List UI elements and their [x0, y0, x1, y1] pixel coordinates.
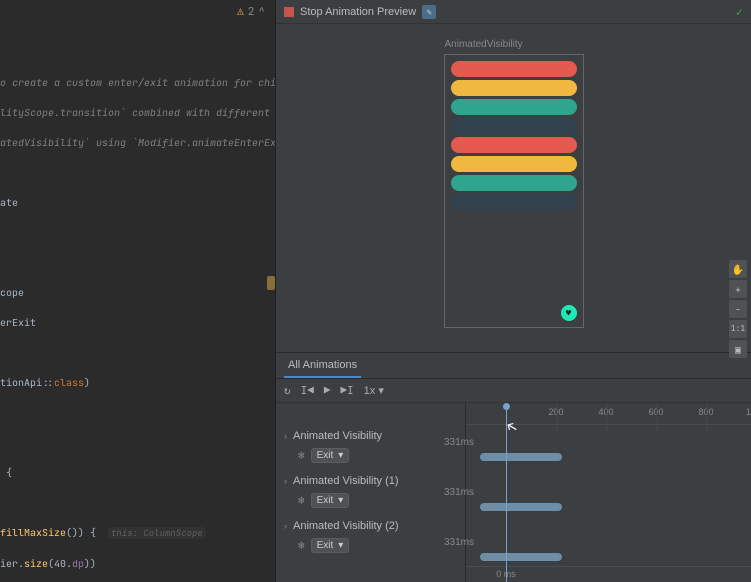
preview-title: Stop Animation Preview — [300, 6, 416, 18]
animation-list: › Animated Visibility ❄ Exit▾ › Animated… — [276, 403, 466, 582]
chevron-down-icon: ▾ — [338, 495, 343, 506]
state-dropdown[interactable]: Exit▾ — [311, 448, 350, 463]
canvas-tools: ✋ + − 1:1 ▣ — [729, 260, 747, 358]
bar-navy — [451, 194, 577, 210]
preview-pane: Stop Animation Preview ✎ ✓ AnimatedVisib… — [275, 0, 751, 582]
inspection-status[interactable]: ⚠ 2 ^ — [237, 5, 265, 19]
device-frame: AnimatedVisibility ♥ — [444, 54, 584, 328]
animation-controls: ↻ I◀ ▶ ▶I 1x ▾ — [276, 379, 751, 403]
state-dropdown[interactable]: Exit▾ — [311, 538, 350, 553]
fab-heart[interactable]: ♥ — [561, 305, 577, 321]
animation-expand-header[interactable]: › Animated Visibility — [284, 427, 457, 445]
warning-icon: ⚠ — [237, 5, 244, 19]
preview-canvas[interactable]: AnimatedVisibility ♥ ✋ + − 1:1 ▣ — [276, 24, 751, 352]
chevron-down-icon: ▾ — [338, 450, 343, 461]
device-label: AnimatedVisibility — [445, 39, 523, 50]
animation-name: Animated Visibility — [293, 430, 382, 442]
animation-row: › Animated Visibility (1) ❄ Exit▾ — [284, 472, 457, 511]
bottom-ruler: 0 ms — [466, 566, 751, 582]
zoom-out-button[interactable]: − — [729, 300, 747, 318]
speed-dropdown[interactable]: 1x ▾ — [364, 384, 384, 397]
bar-teal — [451, 99, 577, 115]
animation-panel: All Animations ↻ I◀ ▶ ▶I 1x ▾ › Animated… — [276, 352, 751, 582]
tick-label: 600 — [648, 407, 663, 417]
animation-name: Animated Visibility (1) — [293, 475, 399, 487]
animation-name: Animated Visibility (2) — [293, 520, 399, 532]
playhead[interactable] — [506, 405, 507, 582]
edit-icon[interactable]: ✎ — [422, 5, 436, 19]
tick-label: 200 — [548, 407, 563, 417]
tick-label: 400 — [598, 407, 613, 417]
snowflake-icon[interactable]: ❄ — [298, 494, 305, 508]
play-button[interactable]: ▶ — [324, 384, 331, 398]
timeline[interactable]: 200 400 600 800 1000 ↖ 331ms 331ms 331ms… — [466, 403, 751, 582]
restart-button[interactable]: ↻ — [284, 384, 291, 398]
animation-row: › Animated Visibility ❄ Exit▾ — [284, 427, 457, 466]
preview-toolbar: Stop Animation Preview ✎ ✓ — [276, 0, 751, 24]
code-editor-pane: ⚠ 2 ^ o create a custom enter/exit anima… — [0, 0, 275, 582]
animation-tabs: All Animations — [276, 353, 751, 379]
animation-expand-header[interactable]: › Animated Visibility (2) — [284, 517, 457, 535]
timeline-bar[interactable] — [480, 453, 562, 461]
scroll-marker[interactable] — [267, 276, 275, 290]
duration-label: 331ms — [444, 437, 474, 448]
up-arrow-icon: ^ — [258, 5, 265, 19]
chevron-right-icon: › — [284, 431, 287, 441]
bar-red — [451, 137, 577, 153]
step-forward-button[interactable]: ▶I — [340, 384, 353, 398]
step-back-button[interactable]: I◀ — [301, 384, 314, 398]
stop-icon[interactable] — [284, 7, 294, 17]
timeline-bar[interactable] — [480, 503, 562, 511]
zoom-reset-button[interactable]: 1:1 — [729, 320, 747, 338]
zoom-in-button[interactable]: + — [729, 280, 747, 298]
animation-row: › Animated Visibility (2) ❄ Exit▾ — [284, 517, 457, 556]
code-text[interactable]: o create a custom enter/exit animation f… — [0, 0, 275, 582]
tick-label: 1000 — [746, 407, 751, 417]
chevron-down-icon: ▾ — [338, 540, 343, 551]
bar-red — [451, 61, 577, 77]
crop-button[interactable]: ▣ — [729, 340, 747, 358]
duration-label: 331ms — [444, 537, 474, 548]
bar-navy — [451, 118, 577, 134]
bars-column — [445, 55, 583, 216]
snowflake-icon[interactable]: ❄ — [298, 449, 305, 463]
chevron-right-icon: › — [284, 476, 287, 486]
timeline-bar[interactable] — [480, 553, 562, 561]
snowflake-icon[interactable]: ❄ — [298, 539, 305, 553]
state-dropdown[interactable]: Exit▾ — [311, 493, 350, 508]
chevron-right-icon: › — [284, 521, 287, 531]
bar-yellow — [451, 156, 577, 172]
animation-expand-header[interactable]: › Animated Visibility (1) — [284, 472, 457, 490]
bar-yellow — [451, 80, 577, 96]
warning-count: 2 — [248, 5, 255, 19]
duration-label: 331ms — [444, 487, 474, 498]
tick-label: 800 — [698, 407, 713, 417]
tab-all-animations[interactable]: All Animations — [284, 354, 361, 378]
status-check-icon: ✓ — [736, 4, 743, 20]
pan-tool[interactable]: ✋ — [729, 260, 747, 278]
heart-icon: ♥ — [566, 307, 571, 319]
animation-body: › Animated Visibility ❄ Exit▾ › Animated… — [276, 403, 751, 582]
bar-teal — [451, 175, 577, 191]
